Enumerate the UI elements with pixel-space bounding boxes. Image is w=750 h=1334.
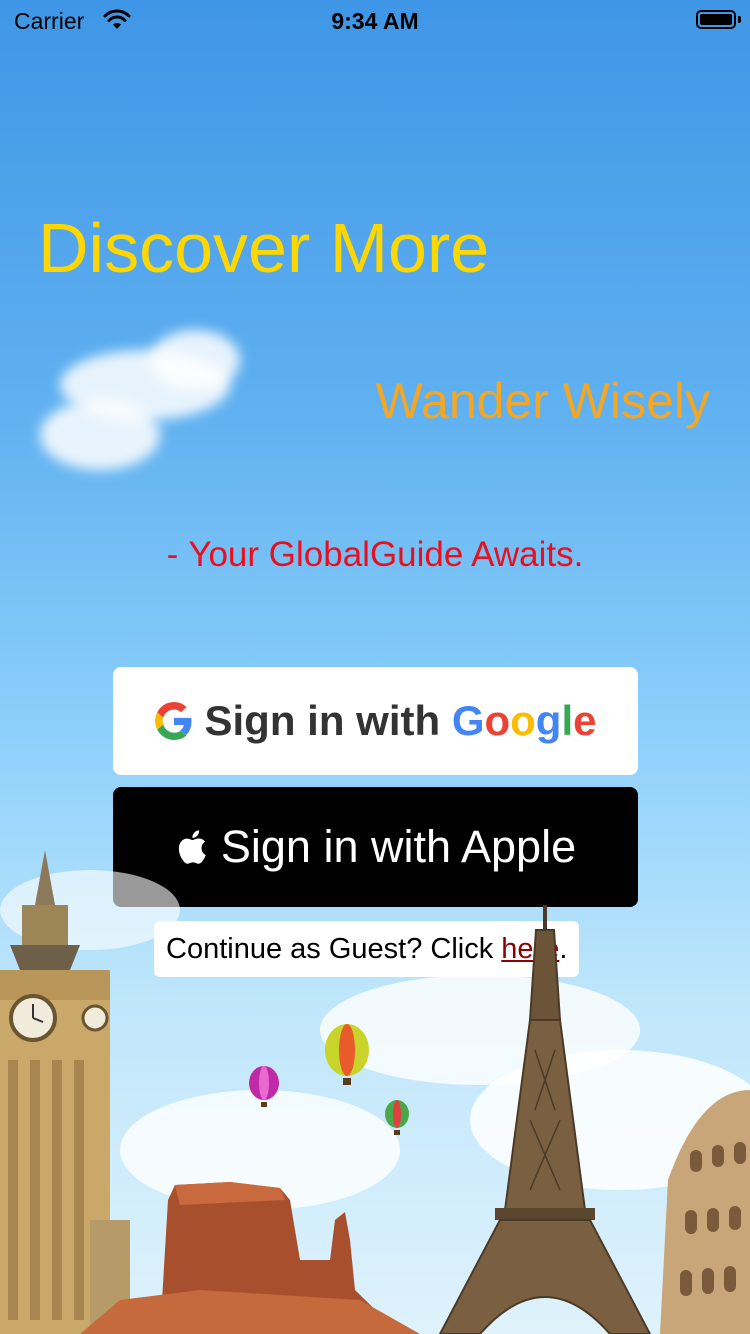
- rock-formation: [80, 1182, 420, 1334]
- landmarks-illustration: [0, 850, 750, 1334]
- battery-icon: [696, 10, 736, 29]
- subheadline: Wander Wisely: [375, 373, 710, 429]
- google-label-prefix: Sign in with: [204, 697, 441, 744]
- battery-cap: [738, 16, 741, 23]
- google-letter: e: [573, 697, 597, 744]
- tagline-text: Your GlobalGuide Awaits.: [188, 535, 584, 574]
- google-button-label: Sign in with Google: [205, 697, 597, 745]
- sign-in-google-button[interactable]: Sign in with Google: [113, 667, 638, 775]
- google-letter: o: [484, 697, 511, 744]
- google-letter: G: [451, 697, 485, 744]
- headline: Discover More: [38, 209, 490, 287]
- login-screen: Carrier 9:34 AM Discover More Wander Wis…: [0, 0, 750, 1334]
- google-letter: g: [535, 697, 562, 744]
- google-letter: o: [510, 697, 536, 744]
- google-g-icon: [154, 702, 191, 740]
- cloud-decoration: [40, 400, 160, 470]
- cloud-decoration: [150, 330, 240, 390]
- clock: 9:34 AM: [331, 8, 419, 34]
- tagline: - Your GlobalGuide Awaits.: [0, 535, 750, 575]
- tagline-dash: -: [166, 535, 179, 574]
- google-wordmark: Google: [452, 697, 597, 744]
- status-bar: Carrier 9:34 AM: [0, 0, 750, 40]
- google-letter: l: [561, 697, 574, 744]
